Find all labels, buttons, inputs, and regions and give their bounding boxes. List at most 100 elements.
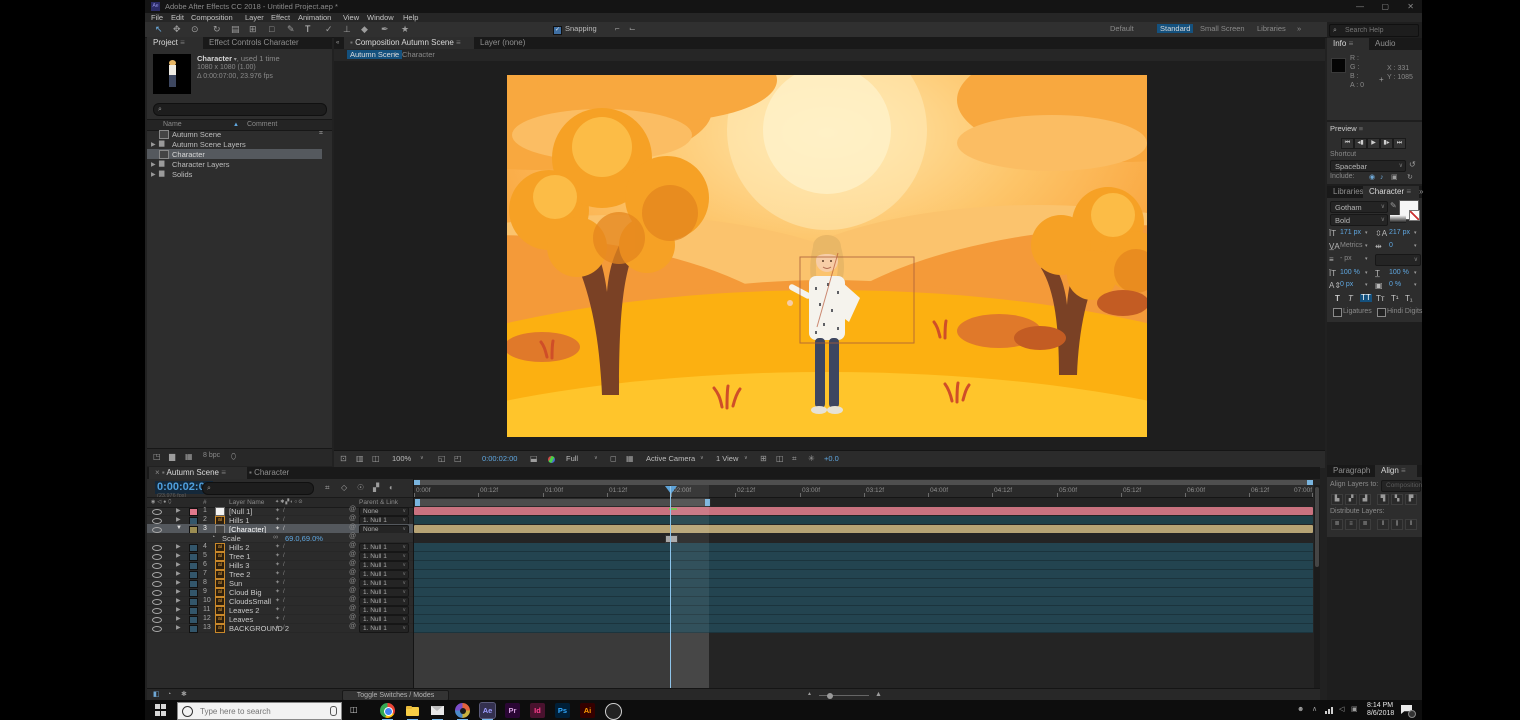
align-left-button[interactable]: ▙: [1331, 494, 1343, 505]
font-style-dropdown[interactable]: Bold∨: [1330, 214, 1388, 226]
parent-dropdown[interactable]: 1. Null 1∨: [359, 624, 409, 633]
project-search[interactable]: ⌕: [153, 103, 327, 116]
playhead-line[interactable]: [670, 486, 671, 688]
next-frame-button[interactable]: ▮▸: [1380, 138, 1393, 149]
subscript-button[interactable]: T₁: [1405, 295, 1413, 303]
prev-frame-button[interactable]: ◂▮: [1354, 138, 1367, 149]
resolution[interactable]: Full: [566, 454, 578, 463]
grid-icon[interactable]: ⊞: [760, 455, 767, 463]
label-color[interactable]: [189, 625, 198, 633]
tab-paragraph[interactable]: Paragraph: [1327, 465, 1381, 479]
tsume-value[interactable]: 0 %: [1389, 281, 1401, 289]
project-search-input[interactable]: [168, 104, 322, 115]
defender-icon[interactable]: ▣: [1351, 706, 1358, 713]
camera-dropdown-icon[interactable]: ∨: [700, 456, 704, 461]
dd-icon[interactable]: ▾: [1365, 283, 1368, 288]
last-frame-button[interactable]: ⏭: [1393, 138, 1406, 149]
stroke-style-dropdown[interactable]: ∨: [1375, 254, 1421, 266]
type-tool-icon[interactable]: T: [305, 25, 311, 34]
tab-overflow[interactable]: »: [1413, 186, 1433, 200]
new-composition-icon[interactable]: ▦: [185, 453, 193, 461]
comp-marker-icon[interactable]: ✱: [181, 691, 187, 698]
workspace-standard[interactable]: Standard: [1157, 24, 1193, 33]
trash-icon[interactable]: ⬯: [231, 453, 236, 461]
leading-value[interactable]: 217 px: [1389, 229, 1410, 237]
menu-edit[interactable]: Edit: [171, 13, 184, 22]
pickwhip-icon[interactable]: @: [349, 524, 356, 531]
stopwatch-icon[interactable]: ◔: [211, 534, 215, 541]
taskbar-search-input[interactable]: [198, 704, 322, 718]
expand-in-out-icon[interactable]: ◧: [153, 691, 160, 698]
illustrator-icon[interactable]: Ai: [580, 703, 595, 718]
list-item[interactable]: Autumn Scene ⌗: [147, 129, 332, 139]
view-layout[interactable]: 1 View: [716, 454, 738, 463]
roto-brush-tool-icon[interactable]: ✒: [381, 25, 389, 34]
snapping-checkbox[interactable]: ✓: [553, 26, 562, 35]
pickwhip-icon[interactable]: @: [349, 578, 356, 585]
zoom-slider-handle[interactable]: [827, 693, 833, 699]
pickwhip-icon[interactable]: @: [349, 614, 356, 621]
clock-date[interactable]: 8/6/2018: [1367, 710, 1394, 718]
exposure-value[interactable]: +0.0: [824, 454, 839, 463]
hindi-digits-checkbox[interactable]: [1377, 308, 1386, 317]
timeline-search-input[interactable]: [217, 483, 311, 494]
timeline-scrollbar[interactable]: [1314, 485, 1320, 688]
pickwhip-icon[interactable]: @: [349, 551, 356, 558]
menu-file[interactable]: File: [151, 13, 163, 22]
volume-icon[interactable]: ◁: [1339, 706, 1344, 713]
tab-info[interactable]: Info ≡: [1327, 38, 1369, 52]
file-explorer-icon[interactable]: [405, 703, 420, 718]
dd-icon[interactable]: ▾: [1414, 244, 1417, 249]
close-button[interactable]: ✕: [1407, 3, 1414, 11]
viewer-timecode[interactable]: 0:00:02:00: [482, 454, 517, 463]
include-overlays-icon[interactable]: ▣: [1391, 174, 1398, 181]
indesign-icon[interactable]: Id: [530, 703, 545, 718]
menu-view[interactable]: View: [343, 13, 359, 22]
dd-icon[interactable]: ▾: [1365, 244, 1368, 249]
always-preview-icon[interactable]: ⊡: [340, 455, 347, 463]
channels-icon[interactable]: [548, 456, 555, 463]
search-help-input[interactable]: [1343, 25, 1417, 36]
dd-icon[interactable]: ▾: [1365, 271, 1368, 276]
loop-icon[interactable]: ↻: [1407, 174, 1413, 181]
distribute-top-button[interactable]: ≣: [1331, 519, 1343, 530]
faux-italic-button[interactable]: T: [1348, 295, 1353, 303]
list-item[interactable]: ▶ ▆ Solids: [147, 169, 332, 179]
scrollbar-thumb[interactable]: [1315, 487, 1319, 567]
pickwhip-icon[interactable]: @: [349, 596, 356, 603]
pickwhip-icon[interactable]: @: [349, 587, 356, 594]
eraser-tool-icon[interactable]: ◆: [361, 25, 368, 34]
mail-icon[interactable]: [430, 703, 445, 718]
distribute-bottom-button[interactable]: ≣: [1359, 519, 1371, 530]
menu-layer[interactable]: Layer: [245, 13, 264, 22]
brush-tool-icon[interactable]: ✓: [325, 25, 333, 34]
zoom-level[interactable]: 100%: [392, 454, 411, 463]
dd-icon[interactable]: ▾: [1414, 271, 1417, 276]
menu-help[interactable]: Help: [403, 13, 418, 22]
stroke-over-fill-swatch[interactable]: [1390, 215, 1406, 223]
selection-tool-icon[interactable]: ↖: [155, 25, 163, 34]
align-bottom-button[interactable]: ▛: [1405, 494, 1417, 505]
column-comment[interactable]: Comment: [247, 121, 277, 129]
playhead-head[interactable]: [665, 486, 677, 494]
workspace-overflow[interactable]: »: [1297, 24, 1301, 33]
workspace-libraries[interactable]: Libraries: [1257, 24, 1286, 33]
target-region-icon[interactable]: ◻: [610, 455, 617, 463]
mini-flowchart-icon[interactable]: ⌗: [325, 484, 330, 492]
eye-icon[interactable]: [152, 626, 162, 632]
hand-tool-icon[interactable]: ✥: [173, 25, 181, 34]
region-of-interest-icon[interactable]: ◰: [454, 455, 462, 463]
pickwhip-icon[interactable]: @: [349, 569, 356, 576]
title-bar[interactable]: Ae Adobe After Effects CC 2018 - Untitle…: [145, 0, 1422, 13]
interpret-footage-icon[interactable]: ◳: [153, 453, 161, 461]
snapshot-icon[interactable]: ⬓: [530, 455, 538, 463]
menu-window[interactable]: Window: [367, 13, 394, 22]
pickwhip-icon[interactable]: @: [349, 542, 356, 549]
small-caps-button[interactable]: Tᴛ: [1376, 295, 1385, 303]
premiere-icon[interactable]: Pr: [505, 703, 520, 718]
horizontal-scale-value[interactable]: 100 %: [1389, 269, 1409, 277]
breadcrumb-layer[interactable]: Character: [402, 50, 435, 59]
minimize-button[interactable]: —: [1356, 3, 1364, 11]
dd-icon[interactable]: ▾: [1414, 231, 1417, 236]
list-item[interactable]: ▶ ▆ Character Layers: [147, 159, 332, 169]
